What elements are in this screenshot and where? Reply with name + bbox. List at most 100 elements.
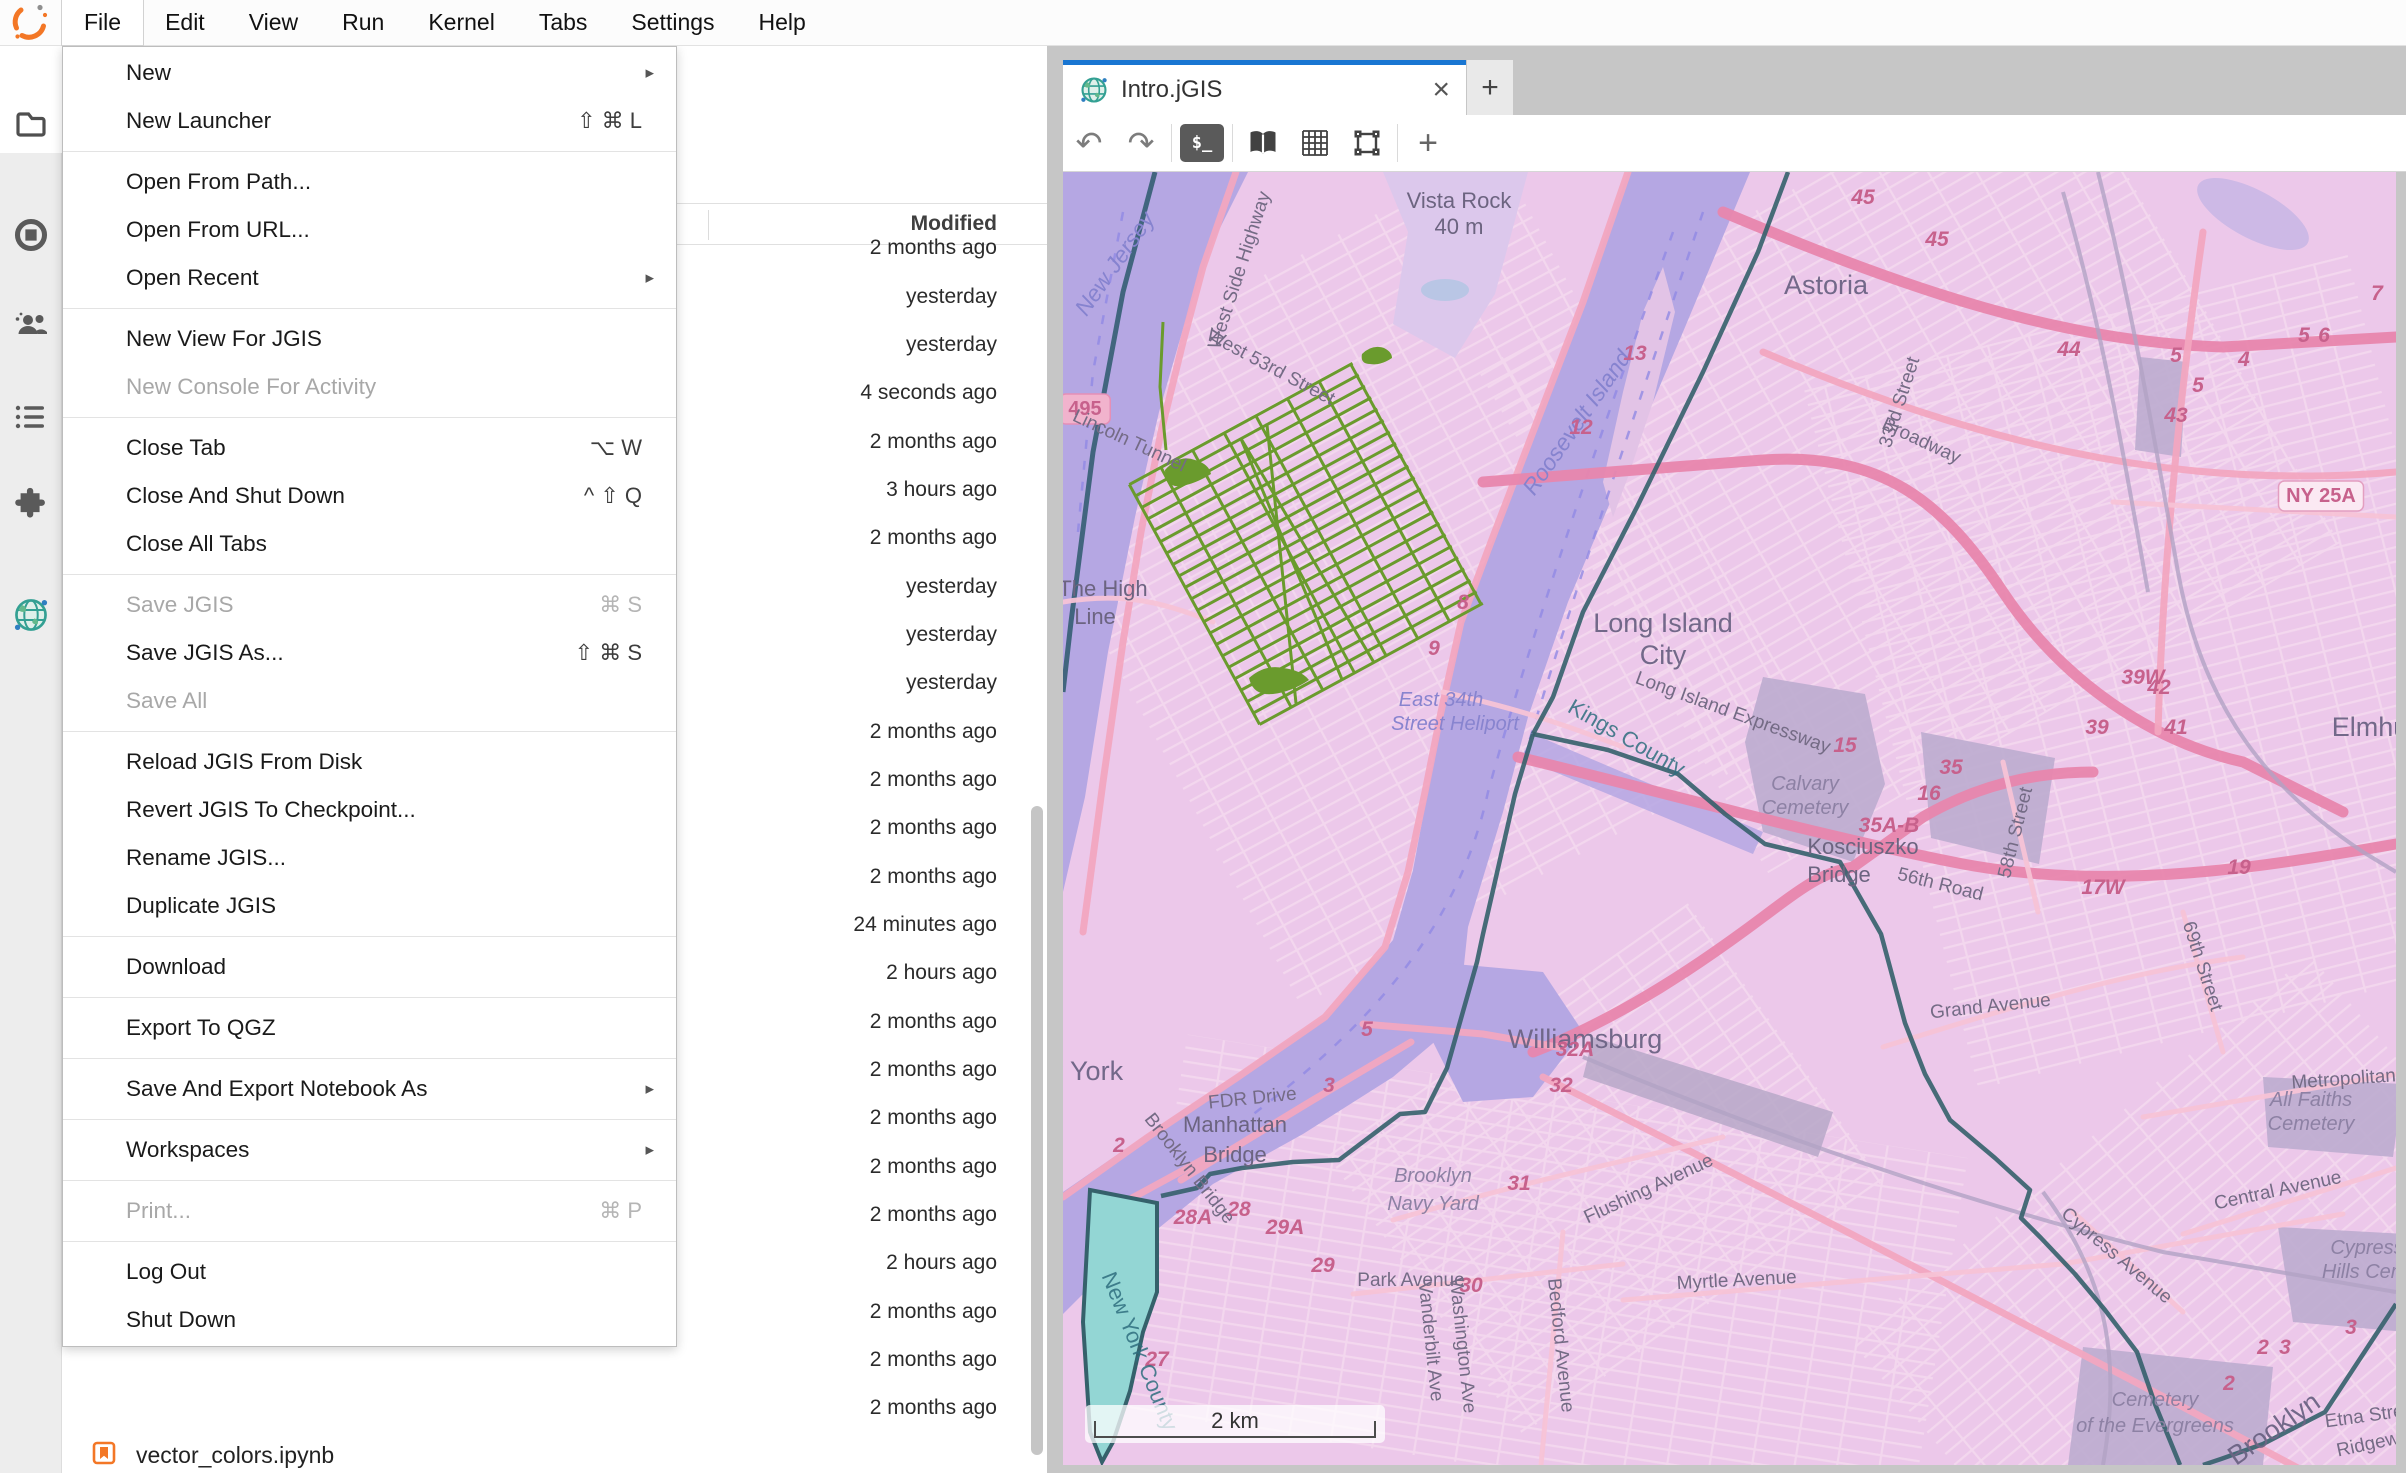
map-label: Elmhurst — [2332, 712, 2396, 742]
undo-button[interactable]: ↶ — [1063, 115, 1115, 172]
file-row-modified[interactable]: 2 months ago — [62, 1384, 1030, 1432]
menubar-item-settings[interactable]: Settings — [609, 0, 736, 45]
menu-item-reload-jgis-from-disk[interactable]: Reload JGIS From Disk — [63, 738, 676, 786]
map-label: 2 — [2222, 1372, 2235, 1395]
jupytergis-globe-icon[interactable] — [0, 586, 62, 644]
console-button[interactable]: $_ — [1176, 115, 1228, 172]
tab-close-icon[interactable]: × — [1432, 75, 1450, 105]
toolbar-separator — [1397, 124, 1398, 162]
map-label: Kosciuszko — [1807, 834, 1918, 859]
menubar-item-tabs[interactable]: Tabs — [517, 0, 610, 45]
menu-item-open-from-url[interactable]: Open From URL... — [63, 206, 676, 254]
map-label: 29 — [1310, 1254, 1335, 1277]
menu-item-new-console-for-activity[interactable]: New Console For Activity — [63, 363, 676, 411]
menu-item-save-and-export-notebook-as[interactable]: Save And Export Notebook As▸ — [63, 1065, 676, 1113]
map-label: 19 — [2227, 856, 2251, 879]
file-name: vector_colors.ipynb — [136, 1442, 334, 1469]
map-label: Navy Yard — [1387, 1193, 1479, 1215]
menu-item-save-jgis-as[interactable]: Save JGIS As...⇧ ⌘ S — [63, 629, 676, 677]
map-label: 17W — [2081, 876, 2126, 899]
menubar-item-edit[interactable]: Edit — [143, 0, 227, 45]
map-label: 5 — [2298, 324, 2310, 347]
undo-icon: ↶ — [1076, 127, 1103, 159]
basemap-button[interactable] — [1237, 115, 1289, 172]
map-label: 45 — [1850, 186, 1875, 209]
file-browser-icon[interactable] — [0, 95, 62, 153]
map-label: 39 — [2085, 716, 2109, 739]
menu-item-close-tab[interactable]: Close Tab⌥ W — [63, 424, 676, 472]
menu-item-new[interactable]: New▸ — [63, 49, 676, 97]
menu-bar: FileEditViewRunKernelTabsSettingsHelp — [0, 0, 2406, 46]
map-label: Astoria — [1784, 270, 1869, 300]
menubar-item-file[interactable]: File — [62, 0, 143, 45]
map-label: 43 — [2163, 404, 2188, 427]
menu-item-rename-jgis[interactable]: Rename JGIS... — [63, 834, 676, 882]
menubar-item-help[interactable]: Help — [737, 0, 828, 45]
map-viewport[interactable]: New JerseyWest Side HighwayVista Rock40 … — [1063, 172, 2396, 1465]
grid-layer-button[interactable] — [1289, 115, 1341, 172]
map-canvas[interactable]: New JerseyWest Side HighwayVista Rock40 … — [1063, 172, 2396, 1465]
map-label: 35A-B — [1859, 814, 1920, 837]
menu-item-download[interactable]: Download — [63, 943, 676, 991]
menu-item-export-to-qgz[interactable]: Export To QGZ — [63, 1004, 676, 1052]
map-label: 7 — [2371, 282, 2384, 305]
menu-item-open-from-path[interactable]: Open From Path... — [63, 158, 676, 206]
map-label: 29A — [1265, 1216, 1305, 1239]
map-label: 2 — [2256, 1336, 2269, 1359]
map-label: East 34th — [1399, 689, 1484, 711]
map-label: Brooklyn — [1394, 1165, 1472, 1187]
menu-item-save-all[interactable]: Save All — [63, 677, 676, 725]
table-of-contents-icon[interactable] — [0, 388, 62, 446]
select-geometry-button[interactable] — [1341, 115, 1393, 172]
submenu-arrow-icon: ▸ — [645, 1140, 654, 1160]
menu-item-close-all-tabs[interactable]: Close All Tabs — [63, 520, 676, 568]
menu-item-print[interactable]: Print...⌘ P — [63, 1187, 676, 1235]
map-label: Cemetery — [2112, 1389, 2200, 1411]
menu-separator — [63, 1241, 676, 1242]
map-label: Manhattan — [1183, 1112, 1287, 1137]
map-label: 41 — [2163, 716, 2187, 739]
map-label: The High — [1063, 576, 1148, 601]
running-kernels-icon[interactable] — [0, 206, 62, 264]
map-label: of the Evergreens — [2076, 1415, 2234, 1437]
menu-item-duplicate-jgis[interactable]: Duplicate JGIS — [63, 882, 676, 930]
map-label: Cemetery — [2268, 1113, 2356, 1135]
menubar-item-view[interactable]: View — [227, 0, 320, 45]
menu-item-shut-down[interactable]: Shut Down — [63, 1296, 676, 1344]
submenu-arrow-icon: ▸ — [645, 1079, 654, 1099]
menu-separator — [63, 308, 676, 309]
menu-separator — [63, 417, 676, 418]
new-tab-button[interactable]: + — [1467, 60, 1513, 115]
jupyterlab-app: FileEditViewRunKernelTabsSettingsHelp — [0, 0, 2406, 1473]
toolbar-separator — [1171, 124, 1172, 162]
menu-item-log-out[interactable]: Log Out — [63, 1248, 676, 1296]
tab-intro-jgis[interactable]: Intro.jGIS × — [1063, 60, 1466, 115]
extension-manager-icon[interactable] — [0, 474, 62, 532]
menubar-item-run[interactable]: Run — [320, 0, 406, 45]
menu-item-save-jgis[interactable]: Save JGIS⌘ S — [63, 581, 676, 629]
map-label: Street Heliport — [1391, 713, 1520, 735]
add-layer-button[interactable]: + — [1402, 115, 1454, 172]
file-row-vector-colors[interactable]: vector_colors.ipynb — [62, 1432, 1030, 1473]
menu-separator — [63, 997, 676, 998]
menu-item-new-launcher[interactable]: New Launcher⇧ ⌘ L — [63, 97, 676, 145]
menu-item-new-view-for-jgis[interactable]: New View For JGIS — [63, 315, 676, 363]
map-label: Calvary — [1771, 773, 1840, 795]
map-label: 42 — [2146, 676, 2171, 699]
menu-item-workspaces[interactable]: Workspaces▸ — [63, 1126, 676, 1174]
menu-item-open-recent[interactable]: Open Recent▸ — [63, 254, 676, 302]
menu-item-close-and-shut-down[interactable]: Close And Shut Down^ ⇧ Q — [63, 472, 676, 520]
map-label: 40 m — [1435, 214, 1484, 239]
tab-title: Intro.jGIS — [1121, 76, 1432, 104]
map-label: 35 — [1939, 756, 1963, 779]
left-sidebar — [0, 46, 62, 1473]
redo-button[interactable]: ↷ — [1115, 115, 1167, 172]
file-browser-scrollbar[interactable] — [1031, 806, 1043, 1455]
menu-item-revert-jgis-to-checkpoint[interactable]: Revert JGIS To Checkpoint... — [63, 786, 676, 834]
map-label: 28A — [1173, 1206, 1213, 1229]
collaboration-users-icon[interactable] — [0, 296, 62, 354]
menubar-item-kernel[interactable]: Kernel — [406, 0, 516, 45]
plus-icon: + — [1418, 126, 1438, 160]
file-menu-dropdown: New▸New Launcher⇧ ⌘ LOpen From Path...Op… — [62, 46, 677, 1347]
notebook-file-icon — [92, 1441, 116, 1470]
